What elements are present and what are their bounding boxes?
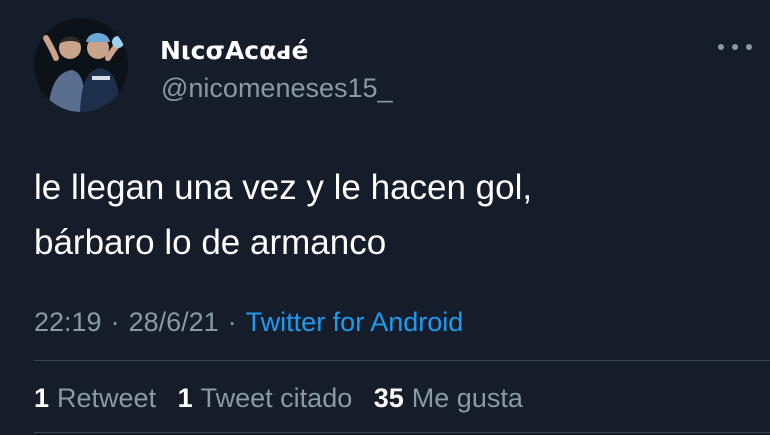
likes-stat[interactable]: 35 Me gusta: [374, 383, 523, 413]
retweets-label: Retweet: [57, 383, 157, 413]
avatar[interactable]: [34, 18, 128, 112]
divider: [34, 360, 770, 361]
quote-tweets-stat[interactable]: 1 Tweet citado: [178, 383, 353, 413]
tweet-text-line: bárbaro lo de armanco: [34, 223, 387, 262]
tweet-source-link[interactable]: Twitter for Android: [246, 307, 464, 337]
tweet-card: NιcσAcαԁé @nicomeneses15_ le llegan una …: [0, 0, 770, 435]
meta-separator: ·: [110, 307, 120, 337]
meta-separator: ·: [227, 307, 237, 337]
retweets-stat[interactable]: 1 Retweet: [34, 383, 156, 413]
tweet-stats: 1 Retweet 1 Tweet citado 35 Me gusta: [34, 382, 537, 414]
quote-tweets-label: Tweet citado: [200, 383, 353, 413]
likes-count: 35: [373, 383, 404, 413]
retweets-count: 1: [34, 383, 50, 413]
tweet-time[interactable]: 22:19: [34, 307, 102, 337]
avatar-image: [34, 18, 128, 112]
more-options-button[interactable]: [718, 36, 752, 58]
quote-tweets-count: 1: [177, 383, 193, 413]
tweet-text-line: le llegan una vez y le hacen gol,: [34, 168, 533, 207]
tweet-meta: 22:19 · 28/6/21 · Twitter for Android: [34, 306, 463, 338]
more-horizontal-icon-dot: [746, 44, 752, 50]
tweet-date[interactable]: 28/6/21: [129, 307, 219, 337]
tweet-text: le llegan una vez y le hacen gol, bárbar…: [34, 160, 734, 270]
author-handle[interactable]: @nicomeneses15_: [161, 72, 393, 104]
divider: [34, 432, 770, 433]
author-display-name[interactable]: NιcσAcαԁé: [160, 36, 308, 66]
likes-label: Me gusta: [411, 383, 523, 413]
more-horizontal-icon-dot: [732, 44, 738, 50]
more-horizontal-icon: [718, 44, 724, 50]
